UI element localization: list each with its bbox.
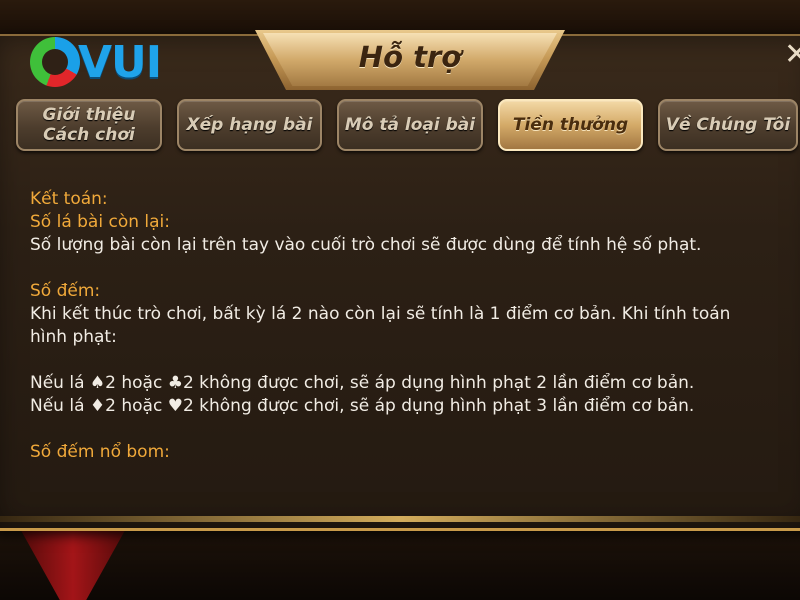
help-content: Kết toán: Số lá bài còn lại: Số lượng bà… [30, 188, 790, 464]
logo-g-icon [30, 37, 80, 87]
tab-label-line1: Giới thiệu [42, 105, 136, 125]
panel-bottom-border [0, 516, 800, 522]
close-icon[interactable]: ✕ [784, 40, 800, 70]
section-heading-remaining-cards: Số lá bài còn lại: [30, 212, 170, 232]
gvui-logo: VUI [30, 36, 190, 88]
tab-label: Về Chúng Tôi [665, 115, 791, 135]
penalty-rule-2: Nếu lá ♦2 hoặc ♥2 không được chơi, sẽ áp… [30, 396, 695, 416]
tab-label: Tiền thưởng [512, 115, 629, 135]
tab-gioi-thieu-cach-choi[interactable]: Giới thiệu Cách chơi [16, 99, 162, 151]
section-heading-bomb-count: Số đếm nổ bom: [30, 442, 170, 462]
tab-ve-chung-toi[interactable]: Về Chúng Tôi [658, 99, 798, 151]
tab-label: Xếp hạng bài [186, 115, 313, 135]
count-text-line1: Khi kết thúc trò chơi, bất kỳ lá 2 nào c… [30, 304, 731, 324]
penalty-rule-1: Nếu lá ♠2 hoặc ♣2 không được chơi, sẽ áp… [30, 373, 695, 393]
background-top [0, 0, 800, 34]
tab-tien-thuong[interactable]: Tiền thưởng [498, 99, 643, 151]
section-heading-count: Số đếm: [30, 281, 101, 301]
tab-xep-hang-bai[interactable]: Xếp hạng bài [177, 99, 322, 151]
count-text-line2: hình phạt: [30, 327, 117, 347]
logo-text: VUI [78, 36, 162, 88]
tab-label-line2: Cách chơi [43, 125, 135, 145]
tab-label: Mô tả loại bài [344, 115, 476, 135]
section-heading-settlement: Kết toán: [30, 189, 108, 209]
tab-mo-ta-loai-bai[interactable]: Mô tả loại bài [337, 99, 483, 151]
page-title: Hỗ trợ [358, 40, 462, 74]
remaining-cards-text: Số lượng bài còn lại trên tay vào cuối t… [30, 235, 702, 255]
